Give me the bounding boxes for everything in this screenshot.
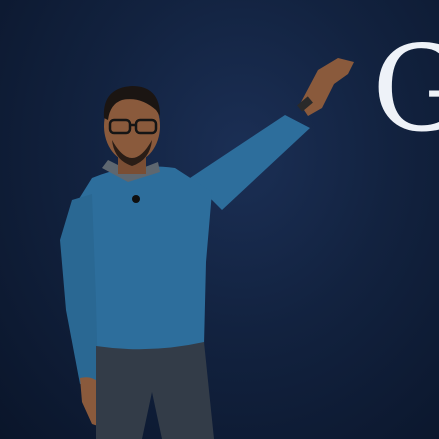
raised-hand [300, 58, 354, 116]
lapel-microphone [132, 195, 140, 203]
left-arm [60, 194, 98, 384]
jeans [96, 342, 214, 439]
photo-stage: G [0, 0, 439, 439]
presenter-figure [60, 58, 354, 439]
